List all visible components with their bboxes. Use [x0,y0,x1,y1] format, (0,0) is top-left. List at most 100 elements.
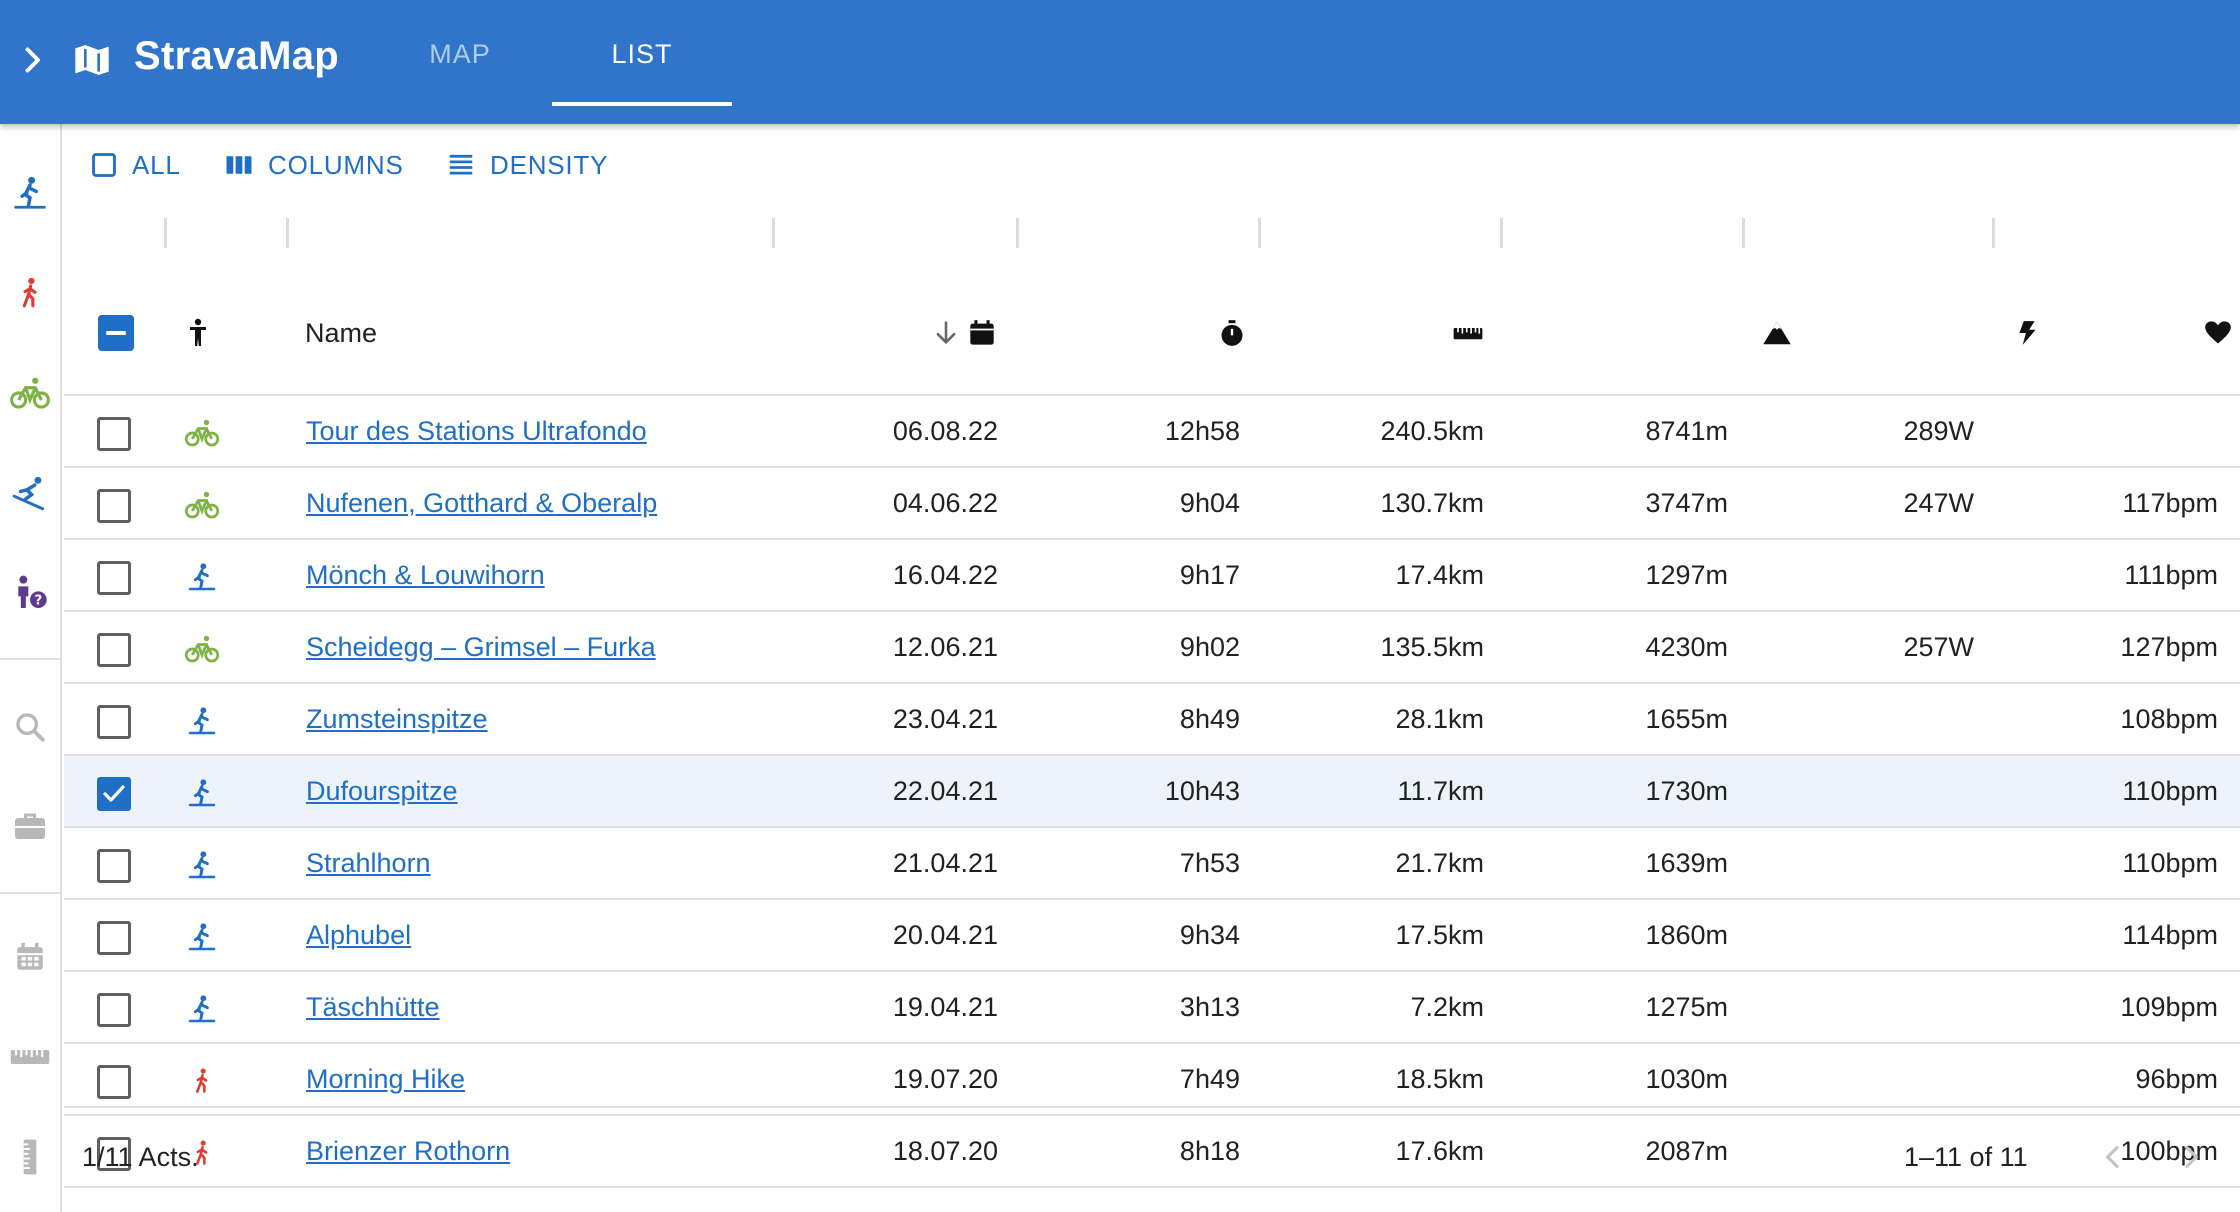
activity-name-link[interactable]: Mönch & Louwihorn [306,560,545,591]
row-checkbox[interactable] [97,1065,131,1099]
footer-divider [64,1106,2240,1108]
row-checkbox[interactable] [97,489,131,523]
select-all-button[interactable]: ALL [90,140,181,190]
activity-name-link[interactable]: Tour des Stations Ultrafondo [306,416,647,447]
tab-map[interactable]: MAP [390,0,530,108]
activity-distance: 28.1km [1395,703,1484,734]
activity-power [1764,540,1974,610]
activity-duration: 9h04 [1179,487,1240,518]
gear-button[interactable] [7,804,53,850]
activity-elevation: 1860m [1645,919,1728,950]
activity-power [1764,1044,1974,1114]
row-checkbox[interactable] [97,849,131,883]
activity-date: 23.04.21 [892,703,998,734]
header-select-all-checkbox[interactable] [98,310,134,356]
briefcase-icon [15,813,45,839]
activity-name-link[interactable]: Strahlhorn [306,848,431,879]
search-button[interactable] [7,704,53,750]
activity-name-link[interactable]: Zumsteinspitze [306,704,488,735]
activity-name-link[interactable]: Morning Hike [306,1064,465,1095]
header-date[interactable] [932,310,996,356]
tab-list[interactable]: LIST [552,0,732,108]
activity-name-link[interactable]: Alphubel [306,920,411,951]
activity-name-link[interactable]: Nufenen, Gotthard & Oberalp [306,488,657,519]
date-filter-button[interactable] [7,934,53,980]
activity-elevation: 1275m [1645,991,1728,1022]
filter-bike[interactable] [7,370,53,416]
filter-other[interactable]: ? [7,570,53,616]
person-icon [190,318,206,346]
ski-touring-icon [182,701,222,741]
activity-name-link[interactable]: Scheidegg – Grimsel – Furka [306,632,656,663]
map-icon [75,45,109,75]
activity-heartrate [2014,396,2218,466]
activity-heartrate: 108bpm [2120,703,2218,734]
activity-distance: 17.4km [1395,559,1484,590]
table-row[interactable]: Scheidegg – Grimsel – Furka 12.06.21 9h02 1… [64,612,2240,684]
bike-icon [10,377,50,409]
row-checkbox[interactable] [97,633,131,667]
filter-hiking[interactable] [7,270,53,316]
header-heartrate[interactable] [2204,310,2232,356]
row-checkbox[interactable] [97,921,131,955]
column-separator [1258,218,1261,248]
row-checkbox[interactable] [97,993,131,1027]
header-power[interactable] [2014,310,2040,356]
activity-power: 257W [1903,631,1974,662]
density-button[interactable]: DENSITY [446,140,608,190]
ski-touring-icon [182,557,222,597]
activity-date: 04.06.22 [892,487,998,518]
header-name[interactable]: Name [305,310,377,356]
activity-heartrate: 127bpm [2120,631,2218,662]
distance-filter-button[interactable] [7,1034,53,1080]
activity-name-link[interactable]: Brienzer Rothorn [306,1136,510,1167]
header-elevation[interactable] [1762,310,1792,356]
activity-elevation: 4230m [1645,631,1728,662]
row-checkbox[interactable] [97,777,131,811]
elevation-filter-button[interactable] [7,1134,53,1180]
previous-page-button[interactable] [2090,1134,2136,1180]
sort-descending-icon [936,321,956,344]
activity-name-link[interactable]: Dufourspitze [306,776,458,807]
columns-button[interactable]: COLUMNS [224,140,404,190]
hiking-icon [182,1061,222,1101]
calendar-icon [17,942,43,970]
activity-date: 06.08.22 [892,415,998,446]
table-row[interactable]: Zumsteinspitze 23.04.21 8h49 28.1km 1655m 108… [64,684,2240,756]
row-checkbox[interactable] [97,417,131,451]
activity-distance: 18.5km [1395,1063,1484,1094]
table-row[interactable]: Alphubel 20.04.21 9h34 17.5km 1860m 114bpm [64,900,2240,972]
chevron-right-icon[interactable] [14,42,50,78]
activity-heartrate: 96bpm [2135,1063,2218,1094]
row-checkbox[interactable] [97,561,131,595]
filter-alpine-ski[interactable] [7,470,53,516]
app-bar: StravaMap MAP LIST [0,0,2240,124]
activity-duration: 8h49 [1179,703,1240,734]
activity-power [1764,828,1974,898]
activity-power [1764,900,1974,970]
activity-elevation: 2087m [1645,1135,1728,1166]
table-row[interactable]: Täschhütte 19.04.21 3h13 7.2km 1275m 109bpm [64,972,2240,1044]
activity-power [1764,972,1974,1042]
table-row[interactable]: Nufenen, Gotthard & Oberalp 04.06.22 9h04 1… [64,468,2240,540]
table-row[interactable]: Mönch & Louwihorn 16.04.22 9h17 17.4km 1297m… [64,540,2240,612]
column-separator [286,218,289,248]
stopwatch-icon [1221,320,1243,346]
activity-elevation: 8741m [1645,415,1728,446]
header-distance[interactable] [1450,310,1486,356]
activity-elevation: 1030m [1645,1063,1728,1094]
filter-ski-touring[interactable] [7,170,53,216]
density-icon [449,154,473,175]
sidebar-divider-2 [0,892,60,894]
header-type[interactable] [180,310,216,356]
table-row[interactable]: Tour des Stations Ultrafondo 06.08.22 12h5… [64,396,2240,468]
activity-power: 289W [1903,415,1974,446]
pagination-range: 1–11 of 11 [1904,1142,2028,1172]
activity-date: 19.07.20 [892,1063,998,1094]
header-time[interactable] [1218,310,1246,356]
next-page-button[interactable] [2168,1134,2214,1180]
activity-name-link[interactable]: Täschhütte [306,992,440,1023]
row-checkbox[interactable] [97,705,131,739]
table-row[interactable]: Dufourspitze 22.04.21 10h43 11.7km 1730m 110b… [64,756,2240,828]
table-row[interactable]: Strahlhorn 21.04.21 7h53 21.7km 1639m 110bpm [64,828,2240,900]
